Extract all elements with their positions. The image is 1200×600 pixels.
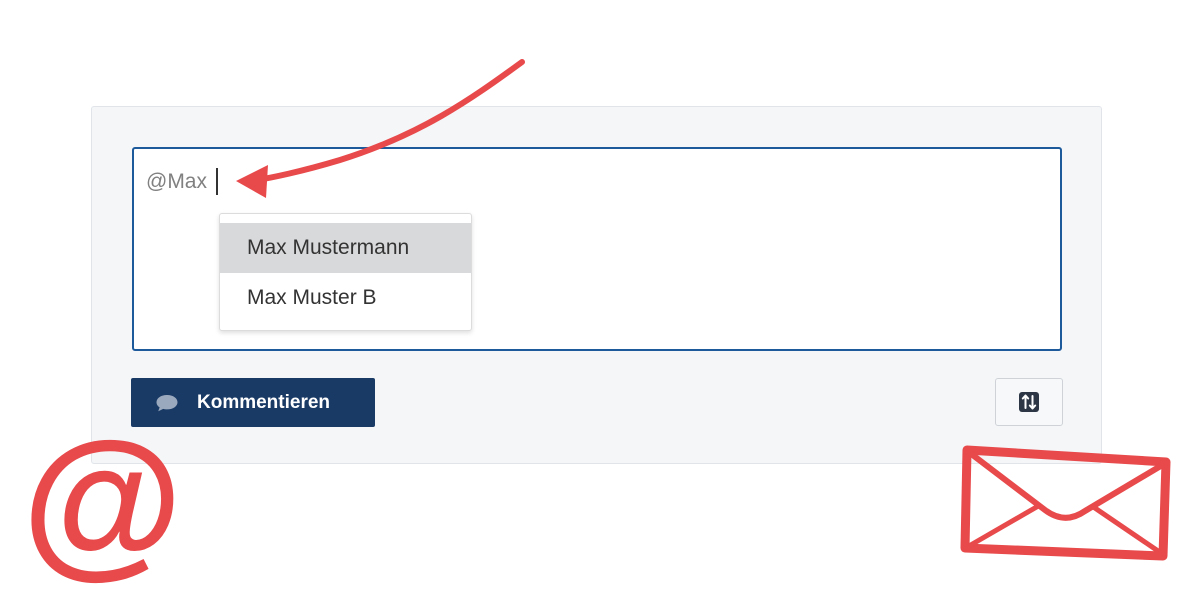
envelope-icon	[960, 445, 1171, 561]
at-symbol-icon: @	[22, 408, 183, 592]
